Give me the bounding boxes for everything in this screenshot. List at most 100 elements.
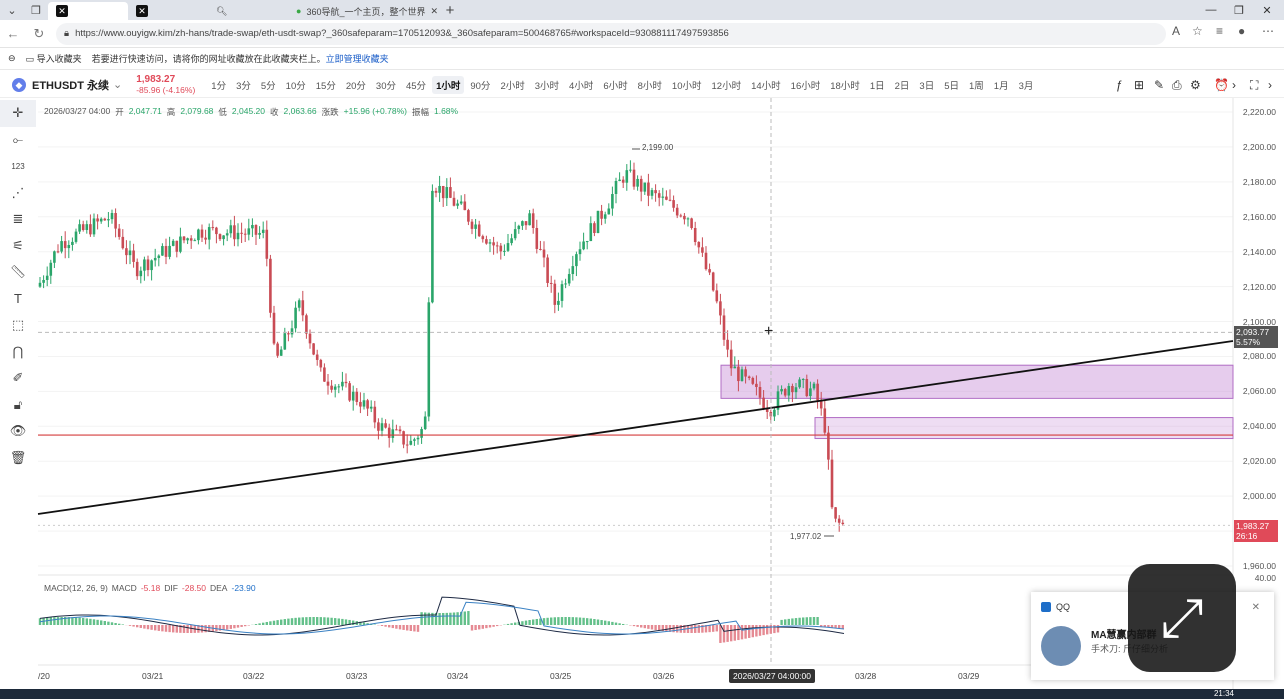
interval-option[interactable]: 1月 <box>990 76 1013 94</box>
interval-option[interactable]: 5分 <box>257 76 280 94</box>
candle-body <box>621 179 625 183</box>
candle-body <box>827 432 830 460</box>
favorite-star-icon[interactable]: ☆ <box>1192 24 1203 38</box>
interval-option[interactable]: 5日 <box>940 76 963 94</box>
macd-histogram-bar <box>409 625 412 631</box>
more-menu-icon[interactable]: ⋯ <box>1262 24 1274 38</box>
search-icon: 🔍︎ <box>216 5 228 16</box>
interval-option[interactable]: 30分 <box>372 76 400 94</box>
time-axis-label: 03/25 <box>550 671 572 681</box>
tab-360-nav[interactable]: ● 360导航_一个主页，整个世界 ✕ <box>288 2 438 20</box>
candle-body <box>679 215 683 217</box>
candle-body <box>96 218 99 222</box>
candle-body <box>373 406 377 423</box>
candle-body <box>308 333 312 344</box>
interval-option[interactable]: 1分 <box>207 76 230 94</box>
tab-okx-2[interactable]: ✕ <box>128 2 208 20</box>
chevron-right-icon[interactable]: › <box>1268 78 1272 92</box>
interval-option[interactable]: 3分 <box>232 76 255 94</box>
chevron-right-icon[interactable]: › <box>1232 78 1236 92</box>
macd-histogram-bar <box>262 622 265 625</box>
template-icon[interactable]: ⊞ <box>1134 78 1144 92</box>
interval-option[interactable]: 8小时 <box>634 76 666 94</box>
tab-list-chevron-icon[interactable]: ⌄ <box>0 0 24 20</box>
interval-option[interactable]: 2小时 <box>496 76 528 94</box>
refresh-icon[interactable]: ↻ <box>26 26 52 42</box>
macd-histogram-bar <box>92 619 96 625</box>
close-icon[interactable]: ✕ <box>1252 602 1260 613</box>
indicator-icon[interactable]: ƒ <box>1116 78 1123 92</box>
macd-histogram-bar <box>290 618 294 625</box>
minimize-button[interactable]: — <box>1196 0 1226 20</box>
interval-option[interactable]: 3月 <box>1015 76 1038 94</box>
restore-button[interactable]: ❐ <box>1224 0 1254 20</box>
alert-bell-icon[interactable]: ⏰ <box>1214 78 1229 92</box>
candle-body <box>564 283 567 285</box>
time-axis-label: 03/26 <box>653 671 675 681</box>
interval-option[interactable]: 6小时 <box>599 76 631 94</box>
interval-option[interactable]: 16小时 <box>787 76 825 94</box>
candle-body <box>449 187 452 198</box>
candle-body <box>38 282 42 287</box>
macd-histogram-bar <box>762 625 765 636</box>
interval-option[interactable]: 3日 <box>915 76 938 94</box>
interval-option[interactable]: 1日 <box>866 76 889 94</box>
settings-gear-icon[interactable]: ⚙ <box>1190 78 1201 92</box>
candle-body <box>301 300 305 316</box>
tab-okx-1[interactable]: ✕ <box>48 2 128 20</box>
edit-icon[interactable]: ✎ <box>1154 78 1164 92</box>
interval-option[interactable]: 10小时 <box>668 76 706 94</box>
candle-body <box>650 190 654 196</box>
candle-body <box>431 190 434 303</box>
interval-option[interactable]: 18小时 <box>826 76 864 94</box>
back-arrow-icon[interactable]: ← <box>0 26 26 41</box>
macd-histogram-bar <box>330 617 333 625</box>
price-axis-label: 2,140.00 <box>1242 246 1276 257</box>
chevron-down-icon[interactable]: ⌄ <box>113 78 122 91</box>
interval-option[interactable]: 15分 <box>312 76 340 94</box>
candle-body <box>495 245 499 247</box>
candle-body <box>542 249 546 258</box>
eth-logo-icon: ◆ <box>12 77 26 92</box>
interval-option[interactable]: 2日 <box>891 76 914 94</box>
tab-actions-icon[interactable]: ❐ <box>24 0 48 20</box>
fullscreen-icon[interactable]: ⛶ <box>1250 78 1258 93</box>
interval-option[interactable]: 12小时 <box>708 76 746 94</box>
interval-option[interactable]: 4小时 <box>565 76 597 94</box>
new-tab-button[interactable]: + <box>438 0 462 20</box>
screenshot-icon[interactable]: ⎙ <box>1172 78 1182 93</box>
tab-search[interactable]: 🔍︎ <box>208 2 288 20</box>
favorites-list-icon[interactable]: ≡ <box>1216 24 1223 38</box>
interval-option[interactable]: 14小时 <box>747 76 785 94</box>
macd-histogram-bar <box>787 618 790 625</box>
interval-option[interactable]: 1小时 <box>432 75 465 94</box>
avatar[interactable]: ● <box>1238 24 1245 38</box>
interval-option[interactable]: 20分 <box>342 76 370 94</box>
expand-icon[interactable]: ⤢ <box>1128 564 1236 672</box>
price-axis-label: 2,000.00 <box>1242 491 1276 502</box>
import-favorites-button[interactable]: ▭ 导入收藏夹 <box>26 52 82 65</box>
macd-histogram-bar <box>485 625 488 629</box>
symbol-selector[interactable]: ETHUSDT 永续 <box>32 77 109 93</box>
url-field[interactable]: 🔒︎ https://www.ouyigw.kim/zh-hans/trade-… <box>56 22 1166 45</box>
candle-body <box>647 182 650 196</box>
macd-histogram-bar <box>769 625 772 634</box>
interval-option[interactable]: 3小时 <box>531 76 563 94</box>
interval-option[interactable]: 10分 <box>282 76 310 94</box>
macd-histogram-bar <box>492 625 495 627</box>
read-aloud-icon[interactable]: A <box>1172 24 1180 38</box>
macd-histogram-bar <box>190 625 193 633</box>
interval-option[interactable]: 45分 <box>402 76 430 94</box>
interval-option[interactable]: 90分 <box>466 76 494 94</box>
macd-histogram-bar <box>326 617 330 625</box>
interval-option[interactable]: 1周 <box>965 76 988 94</box>
close-window-button[interactable]: ✕ <box>1252 0 1282 20</box>
macd-histogram-bar <box>395 625 398 629</box>
close-tab-icon[interactable]: ✕ <box>430 6 438 17</box>
macd-histogram-bar <box>341 618 344 625</box>
macd-histogram-bar <box>812 617 816 625</box>
macd-histogram-bar <box>452 612 456 625</box>
manage-favorites-link[interactable]: 立即管理收藏夹 <box>326 52 389 65</box>
candle-body <box>791 386 794 393</box>
candle-body <box>366 400 369 409</box>
